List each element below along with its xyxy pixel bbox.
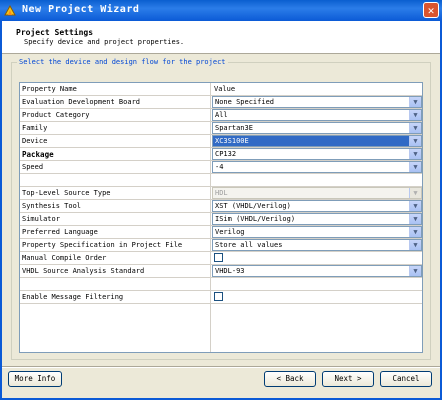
chevron-down-icon[interactable]: ▼	[409, 123, 421, 133]
back-button[interactable]: < Back	[264, 371, 316, 387]
property-grid: Property Name Value Evaluation Developme…	[19, 82, 423, 353]
title-bar: New Project Wizard ✕	[0, 0, 442, 21]
spacer-row	[20, 278, 422, 291]
row-vhdl-standard: VHDL Source Analysis Standard VHDL-93 ▼	[20, 265, 422, 278]
row-speed: Speed -4 ▼	[20, 161, 422, 174]
group-label: Select the device and design flow for th…	[17, 58, 228, 66]
package-dropdown[interactable]: CP132 ▼	[212, 148, 422, 160]
vhdl-standard-dropdown[interactable]: VHDL-93 ▼	[212, 265, 422, 277]
column-header-name: Property Name	[22, 85, 77, 93]
chevron-down-icon[interactable]: ▼	[409, 201, 421, 211]
row-preferred-language: Preferred Language Verilog ▼	[20, 226, 422, 239]
enable-message-filtering-checkbox[interactable]	[214, 292, 223, 301]
page-subtitle: Specify device and project properties.	[24, 38, 185, 46]
evaluation-board-dropdown[interactable]: None Specified ▼	[212, 96, 422, 108]
row-family: Family Spartan3E ▼	[20, 122, 422, 135]
property-label: Speed	[22, 163, 44, 171]
property-label: Synthesis Tool	[22, 202, 82, 210]
property-label: Product Category	[22, 111, 90, 119]
more-info-button[interactable]: More Info	[8, 371, 62, 387]
chevron-down-icon[interactable]: ▼	[409, 227, 421, 237]
row-message-filtering: Enable Message Filtering	[20, 291, 422, 304]
property-label: Top-Level Source Type	[22, 189, 111, 197]
chevron-down-icon[interactable]: ▼	[409, 149, 421, 159]
grid-header-row: Property Name Value	[20, 83, 422, 96]
chevron-down-icon: ▼	[409, 188, 421, 198]
speed-dropdown[interactable]: -4 ▼	[212, 161, 422, 173]
row-package: Package CP132 ▼	[20, 148, 422, 161]
simulator-dropdown[interactable]: ISim (VHDL/Verilog) ▼	[212, 213, 422, 225]
wizard-header: Project Settings Specify device and proj…	[2, 21, 440, 54]
chevron-down-icon[interactable]: ▼	[409, 136, 421, 146]
row-property-specification: Property Specification in Project File S…	[20, 239, 422, 252]
property-label: Manual Compile Order	[22, 254, 107, 262]
family-dropdown[interactable]: Spartan3E ▼	[212, 122, 422, 134]
synthesis-tool-dropdown[interactable]: XST (VHDL/Verilog) ▼	[212, 200, 422, 212]
row-product-category: Product Category All ▼	[20, 109, 422, 122]
chevron-down-icon[interactable]: ▼	[409, 97, 421, 107]
row-synthesis-tool: Synthesis Tool XST (VHDL/Verilog) ▼	[20, 200, 422, 213]
wizard-icon	[4, 4, 16, 16]
row-device: Device XC3S100E ▼	[20, 135, 422, 148]
property-label: Evaluation Development Board	[22, 98, 141, 106]
close-button[interactable]: ✕	[423, 2, 439, 18]
chevron-down-icon[interactable]: ▼	[409, 240, 421, 250]
property-label: Enable Message Filtering	[22, 293, 124, 301]
property-label: Family	[22, 124, 48, 132]
property-label: Device	[22, 137, 48, 145]
device-dropdown[interactable]: XC3S100E ▼	[212, 135, 422, 147]
footer-separator	[2, 366, 440, 368]
next-button[interactable]: Next >	[322, 371, 374, 387]
row-simulator: Simulator ISim (VHDL/Verilog) ▼	[20, 213, 422, 226]
cancel-button[interactable]: Cancel	[380, 371, 432, 387]
property-specification-dropdown[interactable]: Store all values ▼	[212, 239, 422, 251]
row-manual-compile-order: Manual Compile Order	[20, 252, 422, 265]
top-level-source-dropdown: HDL ▼	[212, 187, 422, 199]
row-evaluation-board: Evaluation Development Board None Specif…	[20, 96, 422, 109]
chevron-down-icon[interactable]: ▼	[409, 214, 421, 224]
window-title: New Project Wizard	[22, 4, 140, 15]
column-header-value: Value	[214, 85, 236, 93]
manual-compile-order-checkbox[interactable]	[214, 253, 223, 262]
column-divider	[210, 304, 211, 352]
chevron-down-icon[interactable]: ▼	[409, 110, 421, 120]
spacer-row	[20, 174, 422, 187]
preferred-language-dropdown[interactable]: Verilog ▼	[212, 226, 422, 238]
property-label: Simulator	[22, 215, 60, 223]
product-category-dropdown[interactable]: All ▼	[212, 109, 422, 121]
property-label: Property Specification in Project File	[22, 241, 183, 249]
chevron-down-icon[interactable]: ▼	[409, 162, 421, 172]
row-top-level-source: Top-Level Source Type HDL ▼	[20, 187, 422, 200]
chevron-down-icon[interactable]: ▼	[409, 266, 421, 276]
property-label: VHDL Source Analysis Standard	[22, 267, 145, 275]
property-label: Preferred Language	[22, 228, 98, 236]
page-title: Project Settings	[16, 28, 94, 37]
property-label: Package	[22, 150, 54, 159]
